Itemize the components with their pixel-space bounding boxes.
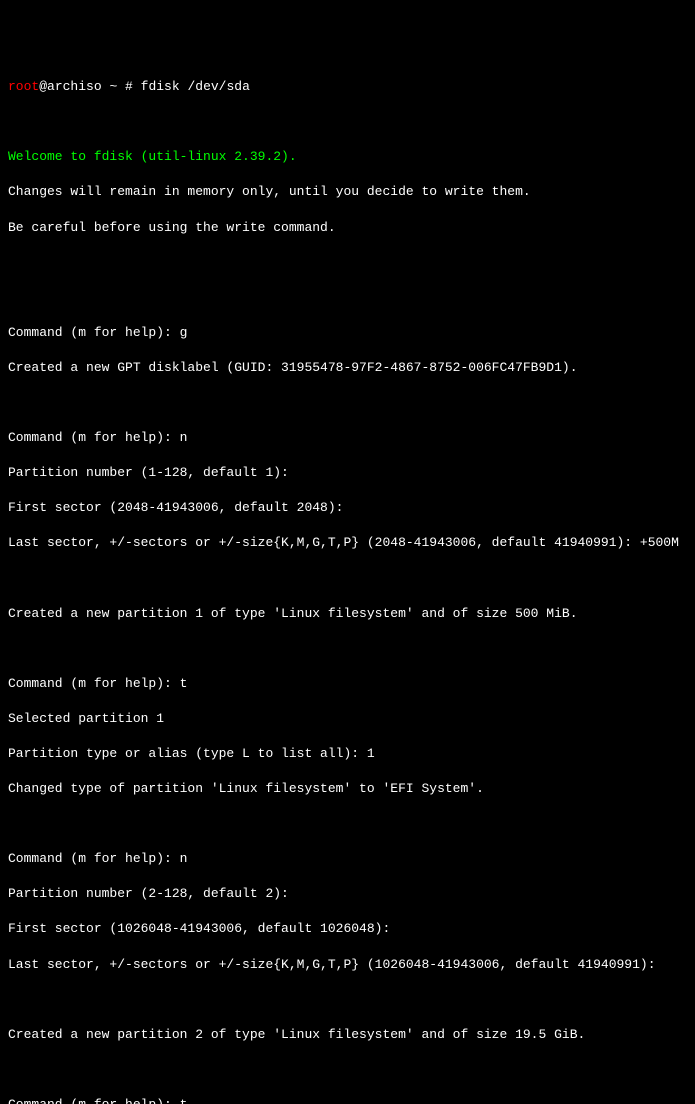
prompt-command: fdisk /dev/sda [141, 79, 250, 94]
blank-line [8, 394, 687, 412]
blank-line [8, 254, 687, 272]
prompt-at: @ [39, 79, 47, 94]
fdisk-first-sector-1: First sector (2048-41943006, default 204… [8, 499, 687, 517]
prompt-host: archiso [47, 79, 102, 94]
terminal-prompt-line: root@archiso ~ # fdisk /dev/sda [8, 78, 687, 96]
blank-line [8, 113, 687, 131]
fdisk-partition-number-1: Partition number (1-128, default 1): [8, 464, 687, 482]
blank-line [8, 991, 687, 1009]
fdisk-partition-number-2: Partition number (2-128, default 2): [8, 885, 687, 903]
fdisk-command-n1: Command (m for help): n [8, 429, 687, 447]
fdisk-careful-warning: Be careful before using the write comman… [8, 219, 687, 237]
fdisk-command-g: Command (m for help): g [8, 324, 687, 342]
prompt-user: root [8, 79, 39, 94]
prompt-tilde: ~ # [102, 79, 141, 94]
blank-line [8, 1061, 687, 1079]
fdisk-welcome: Welcome to fdisk (util-linux 2.39.2). [8, 148, 687, 166]
fdisk-partition-1-created: Created a new partition 1 of type 'Linux… [8, 605, 687, 623]
fdisk-command-n2: Command (m for help): n [8, 850, 687, 868]
blank-line [8, 815, 687, 833]
fdisk-last-sector-1: Last sector, +/-sectors or +/-size{K,M,G… [8, 534, 687, 552]
fdisk-command-t1: Command (m for help): t [8, 675, 687, 693]
fdisk-partition-type-1: Partition type or alias (type L to list … [8, 745, 687, 763]
fdisk-partition-2-created: Created a new partition 2 of type 'Linux… [8, 1026, 687, 1044]
fdisk-selected-partition-1: Selected partition 1 [8, 710, 687, 728]
blank-line [8, 570, 687, 588]
blank-line [8, 289, 687, 307]
fdisk-changed-efi: Changed type of partition 'Linux filesys… [8, 780, 687, 798]
fdisk-gpt-created: Created a new GPT disklabel (GUID: 31955… [8, 359, 687, 377]
fdisk-last-sector-2: Last sector, +/-sectors or +/-size{K,M,G… [8, 956, 687, 974]
blank-line [8, 640, 687, 658]
fdisk-first-sector-2: First sector (1026048-41943006, default … [8, 920, 687, 938]
fdisk-command-t2: Command (m for help): t [8, 1096, 687, 1104]
fdisk-changes-warning: Changes will remain in memory only, unti… [8, 183, 687, 201]
